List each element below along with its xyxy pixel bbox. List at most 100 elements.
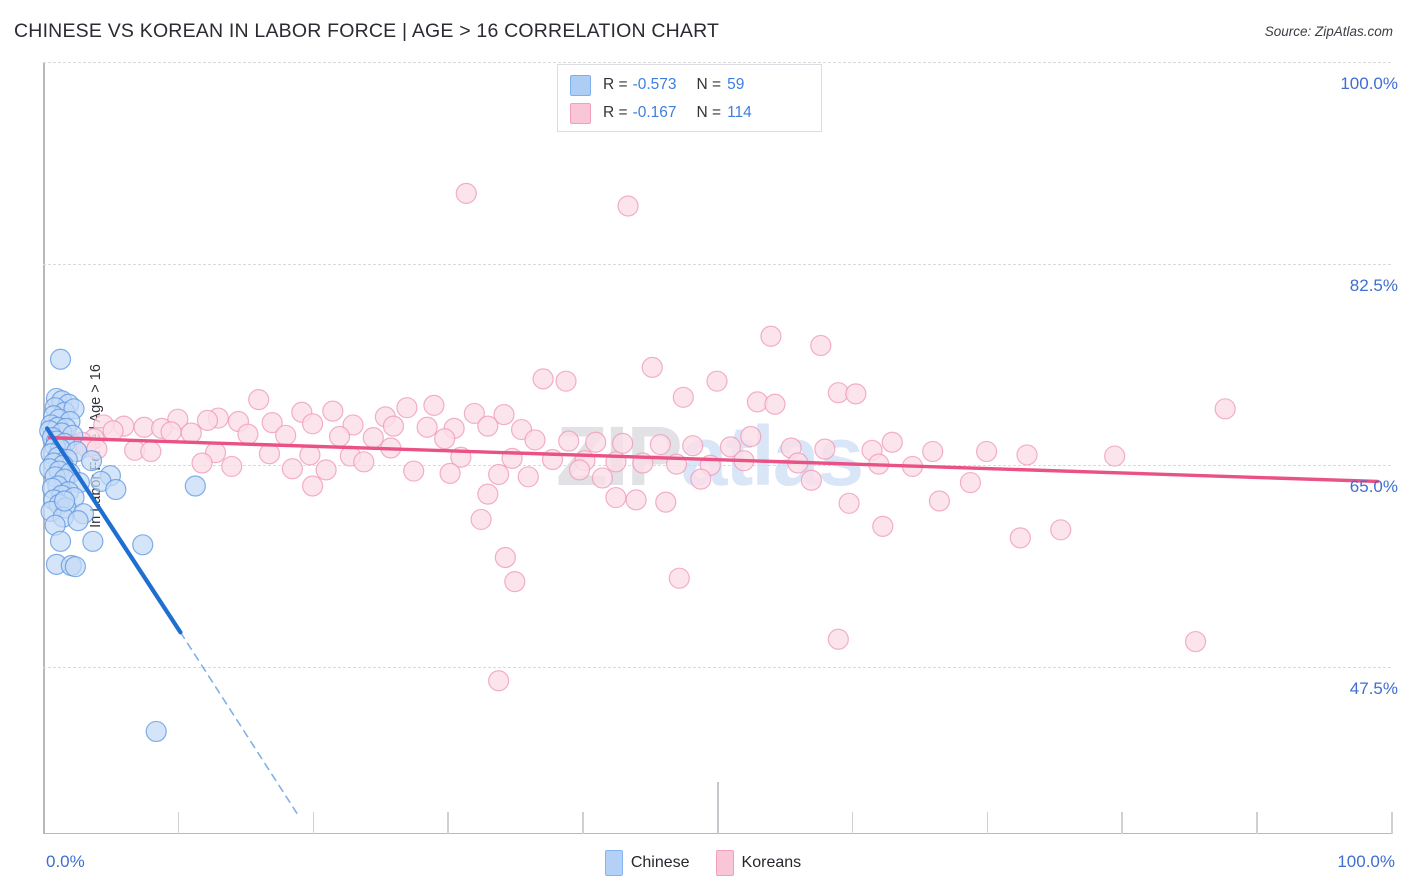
data-point [80, 450, 103, 472]
legend-item-koreans[interactable]: Koreans [715, 850, 802, 876]
stats-row-koreans: R = -0.167 N = 114 [570, 99, 811, 127]
data-point [416, 416, 438, 438]
scatter-layer [39, 182, 1380, 818]
data-point [184, 475, 206, 497]
chinese-r-value: -0.573 [632, 76, 677, 93]
data-point [67, 509, 89, 532]
data-point [532, 368, 554, 390]
y-axis-tick-label: 82.5% [1349, 275, 1398, 295]
chinese-swatch-icon [570, 74, 591, 96]
data-point [1214, 398, 1236, 420]
data-point [585, 431, 607, 453]
data-point [740, 425, 762, 448]
data-point [248, 389, 270, 411]
data-point [403, 460, 425, 482]
data-point [1009, 527, 1031, 549]
data-point [649, 433, 671, 456]
legend-item-chinese[interactable]: Chinese [604, 850, 690, 876]
data-point [800, 469, 822, 491]
data-point [1104, 445, 1126, 467]
data-point [827, 628, 849, 650]
chinese-r-label: R = [603, 76, 628, 93]
data-point [625, 489, 647, 511]
data-point [690, 468, 712, 490]
koreans-legend-swatch-icon [715, 850, 734, 876]
data-point [814, 438, 836, 460]
data-point [922, 440, 944, 463]
data-point [396, 397, 418, 419]
data-point [196, 409, 219, 431]
data-point [64, 556, 86, 578]
data-point [221, 455, 243, 478]
data-point [682, 435, 704, 457]
koreans-r-label: R = [603, 104, 628, 121]
data-point [1184, 630, 1207, 653]
data-point [275, 424, 297, 446]
koreans-swatch-icon [570, 102, 591, 124]
data-point [1016, 444, 1038, 466]
data-point [353, 451, 375, 473]
series-legend: Chinese Koreans [0, 850, 1406, 876]
data-point [281, 458, 303, 480]
data-point [928, 490, 951, 512]
data-point [237, 423, 259, 445]
data-point [102, 420, 124, 442]
data-point [132, 534, 154, 556]
data-point [49, 348, 72, 370]
data-point [488, 463, 510, 486]
x-axis-tick [1391, 812, 1393, 834]
data-point [328, 425, 351, 448]
data-point [881, 431, 903, 453]
data-point [655, 491, 677, 513]
data-point [302, 475, 324, 497]
data-point [612, 432, 634, 454]
data-point [470, 508, 492, 531]
data-point [180, 422, 202, 444]
data-point [517, 466, 539, 488]
data-point [382, 415, 405, 437]
data-point [558, 430, 580, 452]
data-point [160, 421, 182, 443]
data-point [872, 515, 894, 537]
y-axis-tick-label: 65.0% [1349, 477, 1398, 497]
data-point [477, 415, 499, 437]
data-point [959, 471, 982, 494]
data-point [302, 413, 324, 435]
data-point [504, 571, 526, 593]
data-point [494, 546, 516, 569]
koreans-r-value: -0.167 [632, 104, 677, 121]
source-label: Source: ZipAtlas.com [1264, 24, 1393, 39]
data-point [605, 486, 627, 509]
koreans-n-label: N = [696, 104, 722, 121]
data-point [746, 391, 769, 413]
koreans-legend-label: Koreans [741, 854, 802, 871]
data-point [668, 567, 690, 589]
data-point [362, 427, 384, 449]
stats-row-chinese: R = -0.573 N = 59 [570, 71, 811, 99]
data-point [641, 356, 663, 378]
koreans-n-value: 114 [727, 104, 752, 121]
data-point [591, 467, 614, 489]
data-point [82, 530, 104, 552]
trendline [44, 426, 183, 635]
correlation-stats-box: R = -0.573 N = 59 R = -0.167 N = 114 [557, 64, 822, 132]
data-point [810, 334, 832, 357]
data-point [617, 195, 639, 217]
chinese-n-value: 59 [727, 76, 745, 93]
data-point [477, 483, 499, 505]
data-point [760, 325, 782, 347]
page-title: CHINESE VS KOREAN IN LABOR FORCE | AGE >… [14, 20, 720, 42]
data-point [975, 440, 998, 463]
data-point [455, 182, 477, 204]
data-point [434, 428, 456, 450]
data-point [140, 440, 162, 463]
data-point [568, 459, 591, 481]
data-point [764, 393, 786, 415]
data-point [672, 386, 694, 408]
data-point [1050, 519, 1072, 541]
data-point [838, 492, 860, 514]
data-point [322, 400, 344, 422]
y-axis-tick-label: 100.0% [1340, 74, 1398, 93]
data-point [439, 462, 461, 484]
data-point [145, 720, 167, 743]
